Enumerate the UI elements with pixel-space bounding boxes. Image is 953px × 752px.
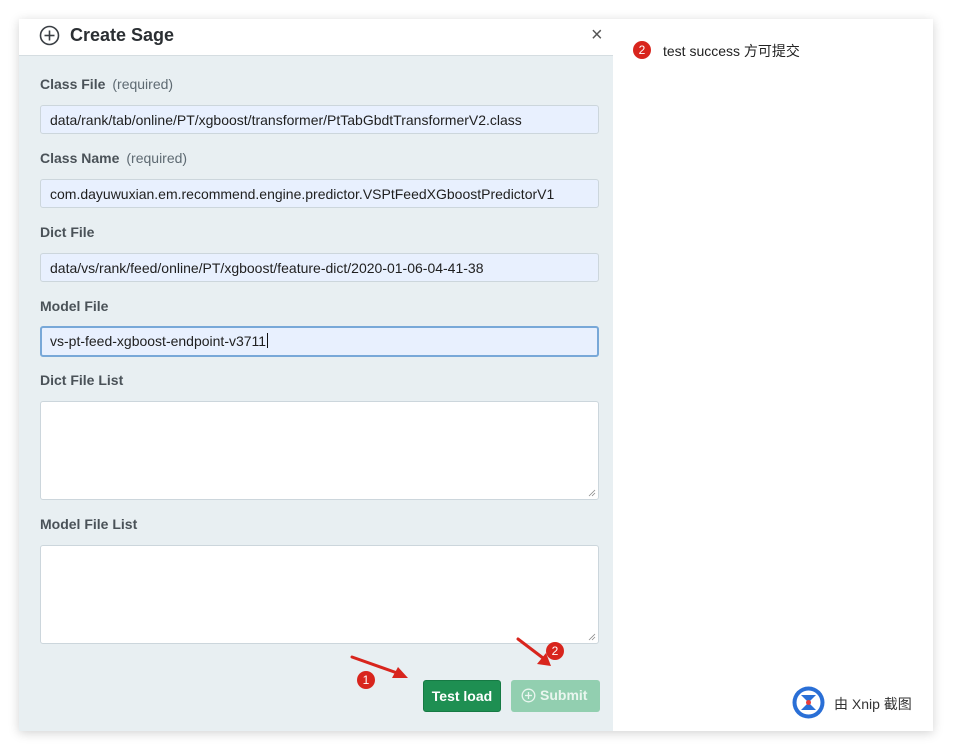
model-file-value: vs-pt-feed-xgboost-endpoint-v3711 — [50, 333, 267, 349]
class-file-label: Class File (required) — [40, 76, 173, 92]
required-hint: (required) — [126, 150, 188, 166]
dict-file-list-textarea[interactable] — [40, 401, 599, 500]
modal-title: Create Sage — [70, 25, 175, 45]
screenshot-frame: Create Sage × Class File (required) data/… — [19, 19, 933, 731]
resize-handle-icon[interactable] — [588, 633, 596, 641]
plus-circle-icon — [39, 25, 60, 46]
submit-button-label: Submit — [540, 687, 588, 703]
model-file-list-textarea[interactable] — [40, 545, 599, 644]
dict-file-label: Dict File — [40, 224, 95, 240]
create-sage-modal: Create Sage × Class File (required) data/… — [19, 19, 613, 731]
class-name-label: Class Name (required) — [40, 150, 187, 166]
annotation-badge-1: 1 — [357, 671, 375, 689]
dict-file-input[interactable]: data/vs/rank/feed/online/PT/xgboost/feat… — [40, 253, 599, 282]
required-hint: (required) — [112, 76, 174, 92]
submit-button[interactable]: Submit — [511, 680, 600, 712]
annotation-note: test success 方可提交 — [663, 43, 800, 59]
model-file-list-label: Model File List — [40, 516, 138, 532]
class-name-label-text: Class Name — [40, 150, 120, 166]
class-file-input[interactable]: data/rank/tab/online/PT/xgboost/transfor… — [40, 105, 599, 134]
model-file-label: Model File — [40, 298, 109, 314]
text-cursor — [267, 333, 269, 348]
resize-handle-icon[interactable] — [588, 489, 596, 497]
class-file-label-text: Class File — [40, 76, 106, 92]
modal-header: Create Sage × — [19, 19, 613, 56]
xnip-logo-icon — [792, 686, 825, 719]
model-file-input[interactable]: vs-pt-feed-xgboost-endpoint-v3711 — [40, 326, 599, 357]
test-load-button[interactable]: Test load — [423, 680, 501, 712]
note-badge: 2 — [633, 41, 651, 59]
plus-circle-icon — [521, 688, 536, 703]
close-icon[interactable]: × — [591, 24, 603, 46]
class-name-input[interactable]: com.dayuwuxian.em.recommend.engine.predi… — [40, 179, 599, 208]
xnip-watermark: 由 Xnip 截图 — [834, 696, 912, 712]
annotation-badge-2: 2 — [546, 642, 564, 660]
dict-file-list-label: Dict File List — [40, 372, 124, 388]
